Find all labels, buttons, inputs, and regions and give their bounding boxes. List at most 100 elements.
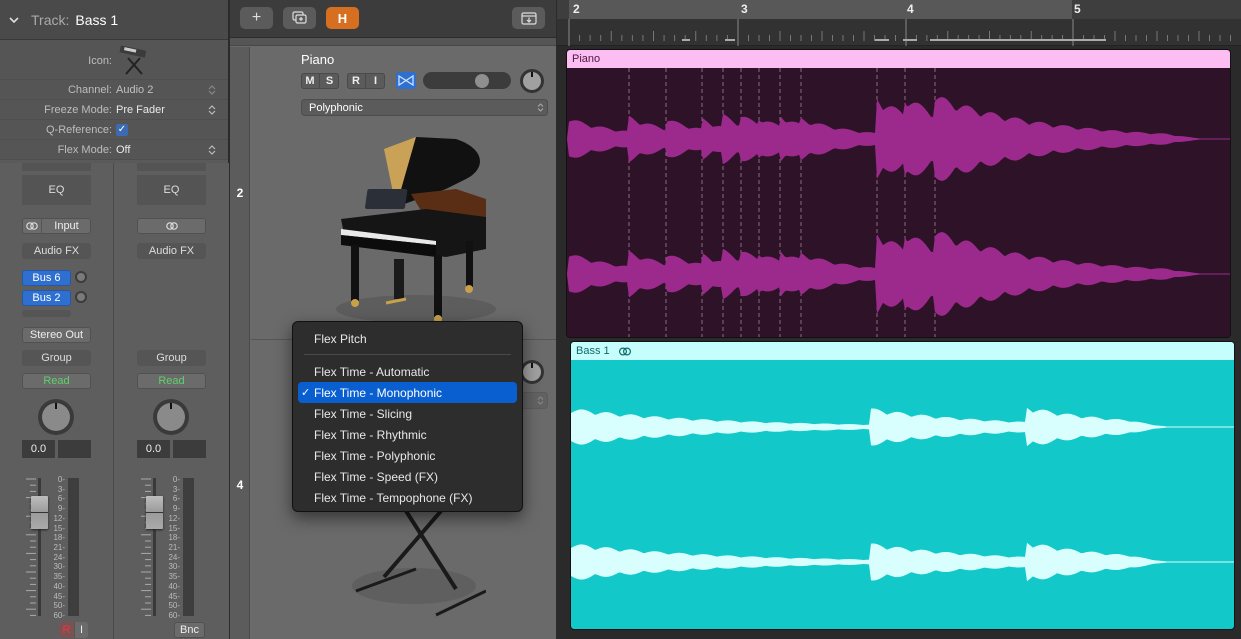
region-name: Piano bbox=[572, 53, 601, 65]
region-header[interactable]: Piano bbox=[567, 50, 1230, 68]
automation-mode[interactable]: Read bbox=[137, 373, 206, 389]
send-level-knob[interactable] bbox=[75, 271, 87, 283]
audio-fx-slot[interactable]: Audio FX bbox=[137, 243, 206, 259]
keyboard-stand-icon[interactable] bbox=[116, 44, 152, 78]
catch-playhead-button[interactable] bbox=[512, 7, 545, 29]
output-slot[interactable]: Stereo Out bbox=[22, 327, 91, 343]
record-enable-button[interactable]: R bbox=[59, 622, 74, 638]
cycle-range[interactable] bbox=[569, 0, 1072, 19]
bar-number: 3 bbox=[741, 2, 748, 16]
menu-item-flex-time-speed[interactable]: Flex Time - Speed (FX) bbox=[298, 466, 517, 487]
param-q-reference[interactable]: Q-Reference: ✓ bbox=[0, 120, 228, 140]
flex-mode-select[interactable]: Polyphonic bbox=[301, 99, 548, 116]
meter-scale-label: 6- bbox=[172, 494, 180, 504]
input-monitor-button[interactable]: I bbox=[366, 73, 385, 89]
meter-scale-label: 9- bbox=[172, 504, 180, 514]
volume-readout[interactable]: 0.0 bbox=[22, 440, 55, 458]
bounce-button[interactable]: Bnc bbox=[174, 622, 205, 638]
meter-scale-label: 6- bbox=[57, 494, 65, 504]
input-slot[interactable]: Input bbox=[22, 218, 91, 234]
meter-scale-label: 45- bbox=[168, 591, 180, 601]
download-tray-icon bbox=[520, 11, 537, 25]
flex-mode-menu: Flex Pitch Flex Time - Automatic ✓ Flex T… bbox=[292, 321, 523, 512]
meter-scale-label: 50- bbox=[53, 601, 65, 611]
ruler-ticks[interactable] bbox=[557, 19, 1241, 46]
mute-button[interactable]: M bbox=[301, 73, 320, 89]
region-name: Bass 1 bbox=[576, 345, 610, 357]
global-tracks-area bbox=[230, 38, 556, 46]
send-bus-6[interactable]: Bus 6 bbox=[22, 270, 71, 286]
updown-arrows-icon bbox=[208, 85, 216, 95]
audio-region-piano[interactable]: Piano bbox=[566, 49, 1231, 338]
param-flex-mode[interactable]: Flex Mode: Off bbox=[0, 140, 228, 160]
track-label: Track: bbox=[31, 11, 70, 28]
menu-item-flex-time-polyphonic[interactable]: Flex Time - Polyphonic bbox=[298, 445, 517, 466]
volume-slider-thumb[interactable] bbox=[475, 74, 490, 88]
automation-mode[interactable]: Read bbox=[22, 373, 91, 389]
group-slot[interactable]: Group bbox=[137, 350, 206, 366]
volume-fader[interactable] bbox=[146, 496, 163, 529]
region-header[interactable]: Bass 1 bbox=[571, 342, 1234, 360]
keyboard-stand-icon bbox=[352, 511, 486, 617]
pan-knob[interactable] bbox=[153, 399, 189, 435]
add-track-button[interactable]: + bbox=[240, 7, 273, 29]
menu-item-label: Flex Time - Slicing bbox=[314, 406, 413, 421]
volume-readout[interactable]: 0.0 bbox=[137, 440, 170, 458]
piano-waveform bbox=[567, 68, 1230, 337]
input-label: Input bbox=[54, 220, 79, 232]
mute-solo-group: M S bbox=[301, 73, 339, 89]
param-label: Channel: bbox=[67, 83, 112, 96]
pan-knob[interactable] bbox=[38, 399, 74, 435]
menu-item-flex-pitch[interactable]: Flex Pitch bbox=[298, 328, 517, 349]
stereo-link-icon[interactable] bbox=[22, 218, 42, 234]
channel-strip-bass-1: EQ Input Audio FX Bus 6 Bus 2 Stereo Out… bbox=[0, 163, 114, 639]
send-level-knob[interactable] bbox=[75, 291, 87, 303]
meter-scale-label: 18- bbox=[168, 533, 180, 543]
track-pan-knob[interactable] bbox=[520, 69, 544, 93]
eq-display[interactable]: EQ bbox=[22, 175, 91, 205]
track-header-piano[interactable]: Piano M S R I Polyphonic bbox=[251, 47, 556, 340]
menu-item-flex-time-automatic[interactable]: Flex Time - Automatic bbox=[298, 361, 517, 382]
menu-separator bbox=[304, 354, 511, 355]
param-freeze-mode[interactable]: Freeze Mode: Pre Fader bbox=[0, 100, 228, 120]
meter-scale-label: 15- bbox=[168, 523, 180, 533]
menu-item-flex-time-monophonic[interactable]: ✓ Flex Time - Monophonic bbox=[298, 382, 517, 403]
audio-fx-slot[interactable]: Audio FX bbox=[22, 243, 91, 259]
record-input-buttons: R I bbox=[59, 622, 88, 638]
meter-scale-label: 30- bbox=[168, 562, 180, 572]
param-channel[interactable]: Channel: Audio 2 bbox=[0, 80, 228, 100]
volume-fader[interactable] bbox=[31, 496, 48, 529]
track-name[interactable]: Piano bbox=[301, 52, 334, 67]
record-enable-button[interactable]: R bbox=[347, 73, 366, 89]
menu-item-flex-time-slicing[interactable]: Flex Time - Slicing bbox=[298, 403, 517, 424]
track-inspector-header[interactable]: Track: Bass 1 bbox=[0, 0, 228, 40]
menu-item-flex-time-rhythmic[interactable]: Flex Time - Rhythmic bbox=[298, 424, 517, 445]
setting-slot[interactable] bbox=[137, 163, 206, 171]
meter-scale-label: 18- bbox=[53, 533, 65, 543]
logic-pro-window: Track: Bass 1 Icon: Channel: Audio 2 Fre… bbox=[0, 0, 1241, 639]
audio-region-bass-1[interactable]: Bass 1 bbox=[570, 341, 1235, 630]
empty-send-slot[interactable] bbox=[22, 310, 71, 317]
input-monitor-button[interactable]: I bbox=[74, 622, 88, 638]
hide-tracks-button[interactable]: H bbox=[326, 7, 359, 29]
group-slot[interactable]: Group bbox=[22, 350, 91, 366]
record-input-group: R I bbox=[347, 73, 385, 89]
checkmark-icon: ✓ bbox=[301, 387, 311, 399]
duplicate-track-button[interactable] bbox=[283, 7, 316, 29]
menu-item-flex-time-tempophone[interactable]: Flex Time - Tempophone (FX) bbox=[298, 487, 517, 508]
eq-display[interactable]: EQ bbox=[137, 175, 206, 205]
setting-slot[interactable] bbox=[22, 163, 91, 171]
meter-scale-label: 30- bbox=[53, 562, 65, 572]
chevron-down-icon bbox=[9, 16, 19, 23]
flex-icon bbox=[398, 74, 414, 87]
bar-ruler[interactable]: 2 3 4 5 bbox=[557, 0, 1241, 19]
solo-button[interactable]: S bbox=[320, 73, 339, 89]
track-toolbar: + H bbox=[230, 0, 556, 38]
stereo-link-button[interactable] bbox=[137, 218, 206, 234]
q-reference-checkbox[interactable]: ✓ bbox=[116, 123, 128, 136]
flex-toggle-button[interactable] bbox=[396, 72, 416, 89]
track-pan-knob[interactable] bbox=[520, 360, 544, 384]
menu-item-label: Flex Time - Speed (FX) bbox=[314, 469, 439, 484]
track-volume-slider[interactable] bbox=[423, 72, 511, 89]
send-bus-2[interactable]: Bus 2 bbox=[22, 290, 71, 306]
